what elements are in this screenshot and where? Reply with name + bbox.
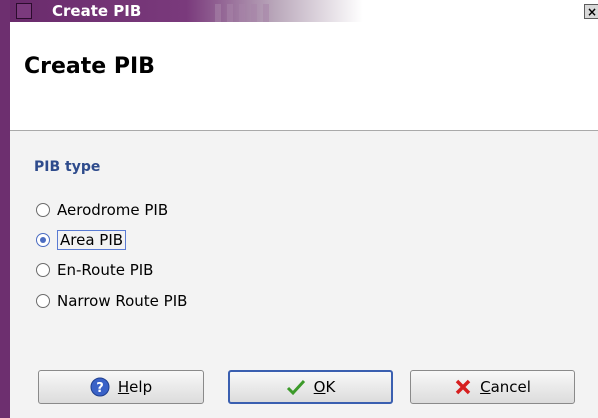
checkmark-icon <box>286 378 306 396</box>
help-label: Help <box>117 378 153 396</box>
ok-label: OK <box>313 378 336 396</box>
help-button[interactable]: ? Help <box>38 370 204 404</box>
window-title: Create PIB <box>52 2 142 20</box>
radio-label: Area PIB <box>57 230 127 250</box>
radio-label: Narrow Route PIB <box>57 292 188 310</box>
window-menu-icon[interactable] <box>16 3 32 19</box>
dialog-title: Create PIB <box>24 54 155 79</box>
radio-en-route-pib[interactable]: En-Route PIB <box>36 257 153 283</box>
cancel-button[interactable]: Cancel <box>410 370 575 404</box>
radio-button[interactable] <box>36 203 50 217</box>
svg-text:?: ? <box>96 381 104 396</box>
radio-label: En-Route PIB <box>57 261 154 279</box>
radio-area-pib[interactable]: Area PIB <box>36 227 127 253</box>
radio-narrow-route-pib[interactable]: Narrow Route PIB <box>36 288 187 314</box>
radio-label: Aerodrome PIB <box>57 201 169 219</box>
pib-type-label: PIB type <box>34 159 101 175</box>
window-frame-left <box>0 0 10 418</box>
ok-button[interactable]: OK <box>228 370 393 404</box>
close-icon[interactable]: × <box>584 4 598 19</box>
title-bar-pattern <box>215 4 270 22</box>
cancel-x-icon <box>454 378 472 396</box>
dialog-header: Create PIB <box>10 22 598 131</box>
cancel-label: Cancel <box>480 378 531 396</box>
title-bar[interactable]: Create PIB × <box>10 0 598 22</box>
radio-button[interactable] <box>36 263 50 277</box>
radio-button-checked[interactable] <box>36 233 50 247</box>
help-icon: ? <box>90 377 110 397</box>
radio-button[interactable] <box>36 294 50 308</box>
radio-aerodrome-pib[interactable]: Aerodrome PIB <box>36 197 168 223</box>
